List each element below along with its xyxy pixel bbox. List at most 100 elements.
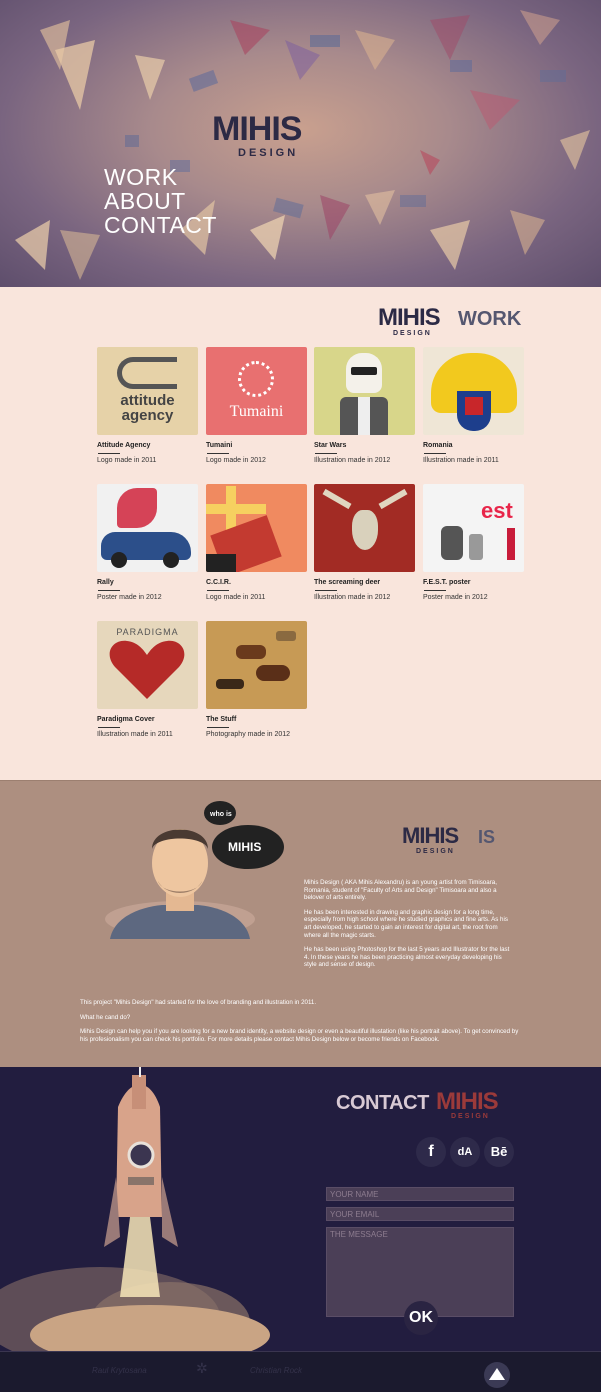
portfolio-title: The screaming deer <box>314 579 381 586</box>
bio-paragraph: He has been interested in drawing and gr… <box>304 908 508 939</box>
about-section: who is MIHIS MIHIS IS DESIGN Mihis Desig… <box>0 780 601 1069</box>
portfolio-thumb[interactable]: PARADIGMA <box>97 621 198 709</box>
work-heading-text: WORK <box>458 308 522 330</box>
divider <box>315 590 337 591</box>
nav-about-link[interactable]: ABOUT <box>104 189 217 213</box>
bio-paragraph: He has been using Photoshop for the last… <box>304 946 510 969</box>
divider <box>424 453 446 454</box>
portfolio-item[interactable]: The screaming deer Illustration made in … <box>314 484 416 601</box>
thumb-label: Tumaini <box>229 403 284 420</box>
portfolio-thumb[interactable] <box>206 484 307 572</box>
portfolio-title: Paradigma Cover <box>97 716 155 723</box>
project-paragraph: This project "Mihis Design" had started … <box>80 999 317 1006</box>
work-heading-sub: DESIGN <box>393 330 432 337</box>
footer-mark-icon: ✲ <box>196 1360 208 1376</box>
portfolio-desc: Logo made in 2012 <box>206 457 266 464</box>
divider <box>98 453 120 454</box>
portfolio-thumb[interactable] <box>423 347 524 435</box>
portfolio-desc: Illustration made in 2012 <box>314 457 391 464</box>
portfolio-item[interactable]: attitude agency Attitude Agency Logo mad… <box>97 347 199 464</box>
project-paragraph: Mihis Design can help you if you are loo… <box>80 1028 519 1043</box>
project-question: What he cand do? <box>80 1013 131 1021</box>
bubble-brand: MIHIS <box>228 840 261 854</box>
divider <box>315 453 337 454</box>
thumb-label: attitude agency <box>120 392 175 424</box>
work-heading-brand: MIHIS <box>378 304 441 331</box>
main-nav: WORK ABOUT CONTACT <box>104 165 217 237</box>
portfolio-item[interactable]: est F.E.S.T. poster Poster made in 2012 <box>423 484 525 601</box>
portfolio-item[interactable]: Tumaini Tumaini Logo made in 2012 <box>206 347 308 464</box>
divider <box>207 590 229 591</box>
work-section: MIHIS WORK DESIGN attitude agency Attitu… <box>0 287 601 780</box>
arrow-up-icon <box>489 1368 505 1380</box>
portfolio-title: F.E.S.T. poster <box>423 579 471 586</box>
portfolio-desc: Photography made in 2012 <box>206 731 291 738</box>
divider <box>98 590 120 591</box>
portfolio-title: Tumaini <box>206 442 233 449</box>
footer-credit: Raul Krytosana <box>92 1366 147 1375</box>
about-project-text: This project "Mihis Design" had started … <box>80 999 520 1050</box>
about-heading-suffix: IS <box>478 827 495 847</box>
facebook-icon[interactable]: f <box>416 1137 446 1167</box>
hero-logo-subtext: DESIGN <box>238 147 298 159</box>
portfolio-desc: Logo made in 2011 <box>97 457 157 464</box>
portfolio-desc: Poster made in 2012 <box>97 594 162 601</box>
portfolio-thumb[interactable] <box>314 484 415 572</box>
portfolio-title: Star Wars <box>314 442 347 449</box>
heart-icon <box>109 640 185 699</box>
divider <box>207 727 229 728</box>
nav-work-link[interactable]: WORK <box>104 165 217 189</box>
thumb-label: est <box>481 498 513 523</box>
footer-credit: Christian Rock <box>250 1366 303 1375</box>
portfolio-thumb[interactable]: est <box>423 484 524 572</box>
portfolio-item[interactable]: C.C.I.R. Logo made in 2011 <box>206 484 308 601</box>
portfolio-thumb[interactable]: Tumaini <box>206 347 307 435</box>
portfolio-item[interactable]: Star Wars Illustration made in 2012 <box>314 347 416 464</box>
portfolio-desc: Logo made in 2011 <box>206 594 266 601</box>
portfolio-desc: Illustration made in 2011 <box>97 731 173 738</box>
portfolio-item[interactable]: Romania Illustration made in 2011 <box>423 347 525 464</box>
portfolio-title: Rally <box>97 579 114 586</box>
about-heading-sub: DESIGN <box>416 848 455 855</box>
portfolio-item[interactable]: Rally Poster made in 2012 <box>97 484 199 601</box>
contact-heading: CONTACT MIHIS DESIGN <box>336 1088 500 1120</box>
hero-section: MIHIS DESIGN WORK ABOUT CONTACT <box>0 0 601 287</box>
behance-icon[interactable]: Bē <box>484 1137 514 1167</box>
portfolio-title: The Stuff <box>206 716 237 723</box>
hero-logo-text: MIHIS <box>212 110 302 148</box>
portfolio-thumb[interactable] <box>206 621 307 709</box>
hero-logo: MIHIS DESIGN <box>212 110 303 159</box>
portrait-illustration: who is MIHIS <box>105 801 284 939</box>
nav-contact-link[interactable]: CONTACT <box>104 213 217 237</box>
portfolio-thumb[interactable]: attitude agency <box>97 347 198 435</box>
page: MIHIS DESIGN WORK ABOUT CONTACT MIHIS WO… <box>0 0 601 1392</box>
portfolio-title: C.C.I.R. <box>206 579 231 586</box>
work-heading: MIHIS WORK DESIGN <box>378 304 522 337</box>
about-heading: MIHIS IS DESIGN <box>402 823 495 855</box>
scroll-top-button[interactable] <box>484 1362 510 1388</box>
submit-button[interactable]: OK <box>404 1301 438 1335</box>
contact-section: CONTACT MIHIS DESIGN f dA Bē YOUR NAME Y… <box>0 1067 601 1351</box>
portfolio-thumb[interactable] <box>97 484 198 572</box>
portfolio-thumb[interactable] <box>314 347 415 435</box>
deviantart-icon[interactable]: dA <box>450 1137 480 1167</box>
portfolio-item[interactable]: PARADIGMA Paradigma Cover Illustration m… <box>97 621 199 738</box>
divider <box>98 727 120 728</box>
contact-heading-sub: DESIGN <box>451 1113 490 1120</box>
name-field[interactable]: YOUR NAME <box>326 1187 514 1201</box>
portfolio-desc: Poster made in 2012 <box>423 594 488 601</box>
portfolio-item[interactable]: The Stuff Photography made in 2012 <box>206 621 308 738</box>
bubble-who-is: who is <box>209 811 232 818</box>
portfolio-desc: Illustration made in 2011 <box>423 457 499 464</box>
portfolio-desc: Illustration made in 2012 <box>314 594 391 601</box>
divider <box>207 453 229 454</box>
contact-heading-text: CONTACT <box>336 1092 429 1114</box>
email-field[interactable]: YOUR EMAIL <box>326 1207 514 1221</box>
portfolio-title: Attitude Agency <box>97 442 151 449</box>
divider <box>424 590 446 591</box>
bio-paragraph: Mihis Design ( AKA Mihis Alexandru) is a… <box>304 879 497 902</box>
contact-heading-brand: MIHIS <box>436 1088 499 1115</box>
about-heading-brand: MIHIS <box>402 823 458 848</box>
footer: Raul Krytosana ✲ Christian Rock <box>0 1351 601 1392</box>
about-bio: Mihis Design ( AKA Mihis Alexandru) is a… <box>304 879 510 976</box>
